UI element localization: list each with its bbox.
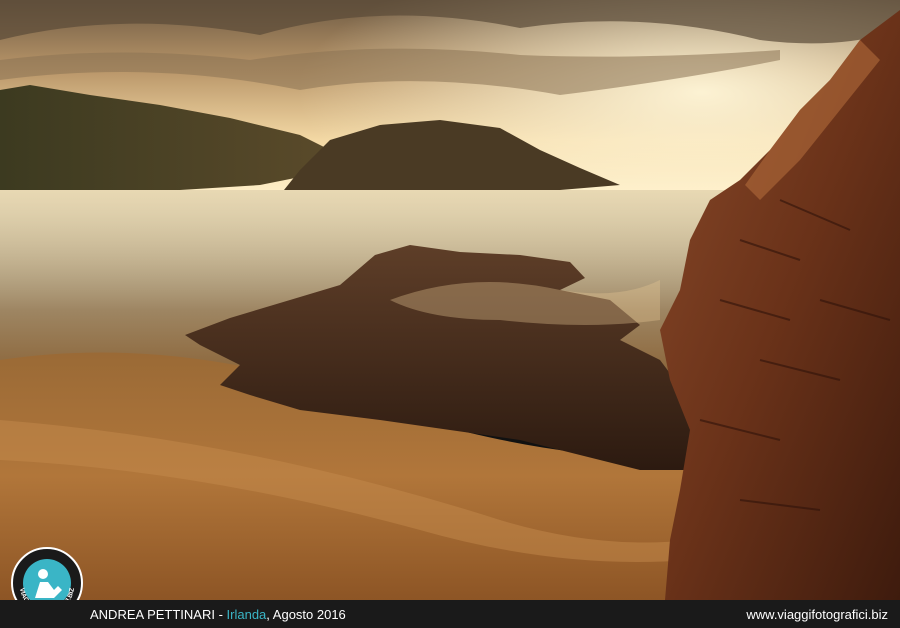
caption-separator: - (214, 606, 227, 622)
landscape-photo (0, 0, 900, 600)
website-link[interactable]: www.viaggifotografici.biz (746, 607, 888, 622)
photo-credit: ANDREA PETTINARI - Irlanda, Agosto 2016 (90, 607, 346, 622)
caption-bar: ANDREA PETTINARI - Irlanda, Agosto 2016 … (0, 600, 900, 628)
location-name: Irlanda (226, 606, 267, 622)
photo-date: , Agosto 2016 (266, 606, 346, 622)
photo-frame: VIAGGIFOTOGRAFICI.BIZ ANDREA PETTINARI -… (0, 0, 900, 628)
author-name: ANDREA PETTINARI (90, 606, 215, 622)
